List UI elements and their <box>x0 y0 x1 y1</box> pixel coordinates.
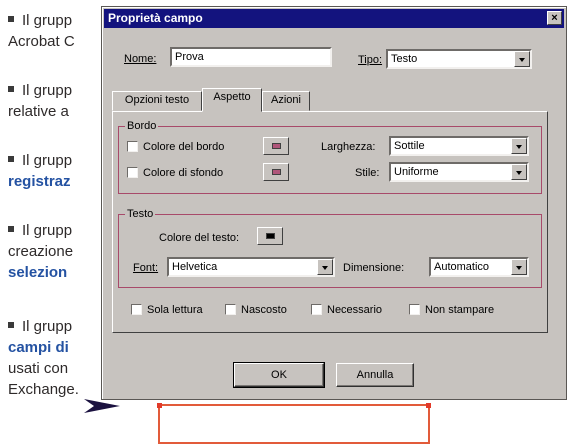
ok-button[interactable]: OK <box>233 362 325 388</box>
read-only-label: Sola lettura <box>147 304 203 316</box>
type-label: Tipo: <box>358 54 383 66</box>
bullet-icon <box>8 86 14 93</box>
field-properties-dialog: Proprietà campo × Nome: Prova Tipo: Test… <box>101 6 567 400</box>
paragraph-text: creazione <box>8 243 74 260</box>
article-paragraph-3: Il grupp registraz <box>8 150 72 192</box>
aspetto-panel: Bordo Colore del bordo Colore di sfondo … <box>112 111 548 333</box>
chevron-down-icon[interactable] <box>514 51 530 67</box>
width-label: Larghezza: <box>321 141 376 153</box>
tab-aspetto[interactable]: Aspetto <box>202 88 262 112</box>
article-paragraph-1: Il grupp Acrobat C <box>8 10 75 52</box>
do-not-print-checkbox[interactable] <box>409 304 420 315</box>
bullet-icon <box>8 16 14 23</box>
color-swatch-icon <box>266 233 275 239</box>
dialog-title: Proprietà campo <box>108 11 203 25</box>
paragraph-text: Il grupp <box>22 82 73 99</box>
background-color-label: Colore di sfondo <box>143 167 224 179</box>
text-group-title: Testo <box>125 207 156 221</box>
style-select[interactable]: Uniforme <box>389 162 529 182</box>
bullet-icon <box>8 156 14 163</box>
chevron-down-icon[interactable] <box>511 164 527 180</box>
type-select[interactable]: Testo <box>386 49 532 69</box>
hidden-checkbox[interactable] <box>225 304 236 315</box>
paragraph-link-text: campi di <box>8 339 69 356</box>
paragraph-text: Il grupp <box>22 152 73 169</box>
type-select-value: Testo <box>391 53 418 65</box>
paragraph-link-text: selezion <box>8 264 68 281</box>
paragraph-link-text: registraz <box>8 173 71 190</box>
form-field-outline <box>157 403 431 444</box>
handle-icon <box>157 403 162 408</box>
tab-label: Azioni <box>271 94 301 106</box>
tab-opzioni-testo[interactable]: Opzioni testo <box>112 91 202 111</box>
style-label: Stile: <box>355 167 380 179</box>
close-button[interactable]: × <box>547 11 562 25</box>
bullet-icon <box>8 226 14 233</box>
required-checkbox[interactable] <box>311 304 322 315</box>
paragraph-text: Il grupp <box>22 318 73 335</box>
width-select-value: Sottile <box>394 140 425 152</box>
background-color-button[interactable] <box>263 163 289 181</box>
border-group-title: Bordo <box>125 119 159 133</box>
background-color-checkbox[interactable] <box>127 167 138 178</box>
tab-azioni[interactable]: Azioni <box>262 91 310 111</box>
border-group: Bordo Colore del bordo Colore di sfondo … <box>118 119 542 194</box>
size-select[interactable]: Automatico <box>429 257 529 277</box>
text-color-button[interactable] <box>257 227 283 245</box>
paragraph-text: Il grupp <box>22 12 73 29</box>
do-not-print-label: Non stampare <box>425 304 495 316</box>
article-paragraph-5: Il grupp campi di usati con Exchange. <box>8 316 79 400</box>
font-label: Font: <box>133 262 159 274</box>
dialog-titlebar[interactable]: Proprietà campo × <box>104 9 564 28</box>
text-color-label: Colore del testo: <box>159 232 240 244</box>
paragraph-text: Exchange. <box>8 381 79 398</box>
read-only-checkbox[interactable] <box>131 304 142 315</box>
style-select-value: Uniforme <box>394 166 439 178</box>
chevron-down-icon[interactable] <box>511 138 527 154</box>
width-select[interactable]: Sottile <box>389 136 529 156</box>
close-icon: × <box>551 12 558 24</box>
paragraph-text: Il grupp <box>22 222 73 239</box>
chevron-down-icon[interactable] <box>317 259 333 275</box>
border-color-button[interactable] <box>263 137 289 155</box>
handle-icon <box>426 403 431 408</box>
color-swatch-icon <box>272 169 281 175</box>
size-label: Dimensione: <box>343 262 405 274</box>
bullet-icon <box>8 322 14 329</box>
paragraph-text: relative a <box>8 103 69 120</box>
required-label: Necessario <box>327 304 383 316</box>
paragraph-text: Acrobat C <box>8 33 75 50</box>
size-select-value: Automatico <box>434 261 490 273</box>
font-select[interactable]: Helvetica <box>167 257 335 277</box>
border-color-label: Colore del bordo <box>143 141 225 153</box>
tab-label: Opzioni testo <box>124 94 190 106</box>
hidden-label: Nascosto <box>241 304 287 316</box>
border-color-checkbox[interactable] <box>127 141 138 152</box>
paragraph-text: usati con <box>8 360 69 377</box>
tab-label: Aspetto <box>213 91 251 103</box>
text-group: Testo Colore del testo: Font: Helvetica … <box>118 207 542 288</box>
name-label: Nome: <box>124 53 157 65</box>
name-input[interactable]: Prova <box>170 47 332 67</box>
color-swatch-icon <box>272 143 281 149</box>
font-select-value: Helvetica <box>172 261 218 273</box>
cancel-button[interactable]: Annulla <box>336 363 414 387</box>
article-paragraph-2: Il grupp relative a <box>8 80 72 122</box>
article-paragraph-4: Il grupp creazione selezion <box>8 220 73 283</box>
chevron-down-icon[interactable] <box>511 259 527 275</box>
